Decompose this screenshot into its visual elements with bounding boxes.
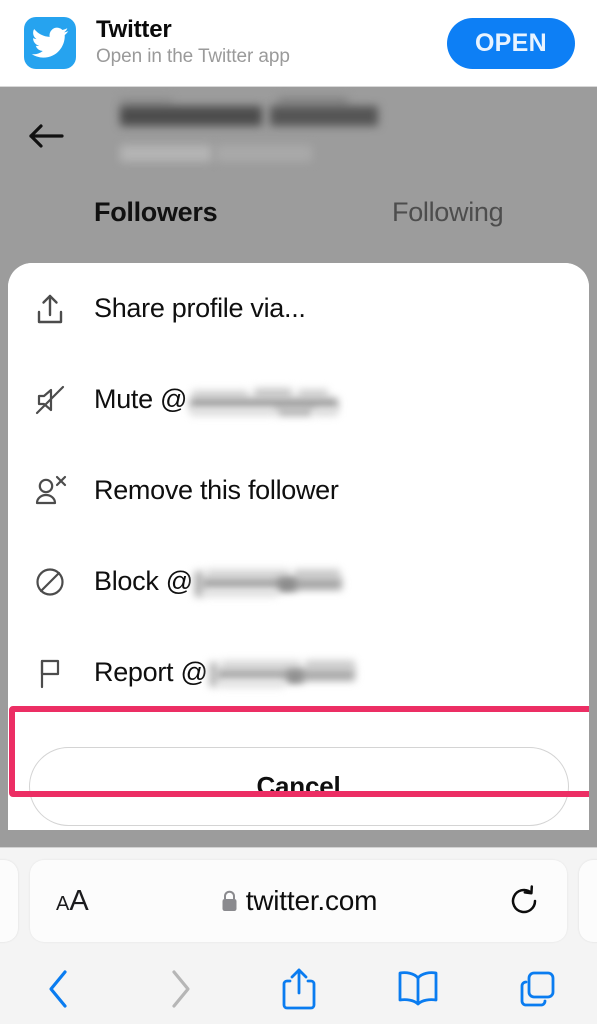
cancel-button[interactable]: Cancel	[28, 747, 569, 826]
action-report-user[interactable]: Report @	[8, 627, 589, 718]
tab-followers[interactable]: Followers	[94, 197, 218, 228]
action-report-user-label: Report @	[94, 657, 357, 688]
share-button[interactable]	[239, 952, 358, 1024]
banner-app-name: Twitter	[96, 16, 172, 44]
share-up-arrow-icon	[30, 289, 70, 329]
action-share-profile[interactable]: Share profile via...	[8, 263, 589, 354]
block-circle-slash-icon	[30, 562, 70, 602]
action-sheet-list: Share profile via... Mute @ Remove this …	[8, 263, 589, 718]
bookmarks-button[interactable]	[358, 952, 477, 1024]
safari-bottom-bar: A A twitter.com	[0, 847, 597, 1024]
banner-text-block: Twitter Open in the Twitter app	[96, 16, 447, 69]
back-arrow-icon[interactable]	[28, 119, 68, 153]
tab-following[interactable]: Following	[392, 197, 504, 228]
redacted-handle-mute	[188, 387, 341, 417]
safari-toolbar	[0, 952, 597, 1024]
redacted-handle-block	[193, 568, 344, 599]
action-mute-user-label: Mute @	[94, 384, 341, 417]
smart-app-banner: Twitter Open in the Twitter app OPEN	[0, 0, 597, 87]
adjacent-tab-left[interactable]	[0, 860, 18, 942]
action-mute-user[interactable]: Mute @	[8, 354, 589, 445]
mute-speaker-icon	[30, 380, 70, 420]
person-remove-icon	[30, 471, 70, 511]
action-block-user-label: Block @	[94, 566, 344, 597]
action-remove-follower[interactable]: Remove this follower	[8, 445, 589, 536]
profile-tabs: Followers Following	[0, 197, 597, 257]
banner-subtitle: Open in the Twitter app	[96, 45, 290, 67]
redacted-handle-report	[208, 659, 357, 690]
text-size-button[interactable]: A A	[56, 885, 89, 918]
tabs-button[interactable]	[478, 952, 597, 1024]
action-remove-follower-label: Remove this follower	[94, 475, 339, 505]
lock-icon	[220, 890, 239, 913]
browser-forward-button[interactable]	[119, 952, 238, 1024]
report-flag-icon	[30, 653, 70, 693]
twitter-bird-icon	[24, 17, 76, 69]
mobile-safari-screen: Twitter Open in the Twitter app OPEN Fol…	[0, 0, 597, 1024]
browser-back-button[interactable]	[0, 952, 119, 1024]
open-app-button[interactable]: OPEN	[446, 17, 575, 69]
reload-icon[interactable]	[507, 884, 541, 918]
action-share-profile-label: Share profile via...	[94, 293, 306, 323]
url-display: twitter.com	[30, 885, 567, 917]
url-text: twitter.com	[245, 885, 378, 916]
address-bar[interactable]: A A twitter.com	[30, 860, 567, 942]
adjacent-tab-right[interactable]	[579, 860, 597, 942]
redacted-profile-name	[118, 97, 378, 171]
profile-action-sheet: Share profile via... Mute @ Remove this …	[8, 263, 589, 830]
cancel-button-wrap: Cancel	[8, 747, 589, 826]
action-block-user[interactable]: Block @	[8, 536, 589, 627]
